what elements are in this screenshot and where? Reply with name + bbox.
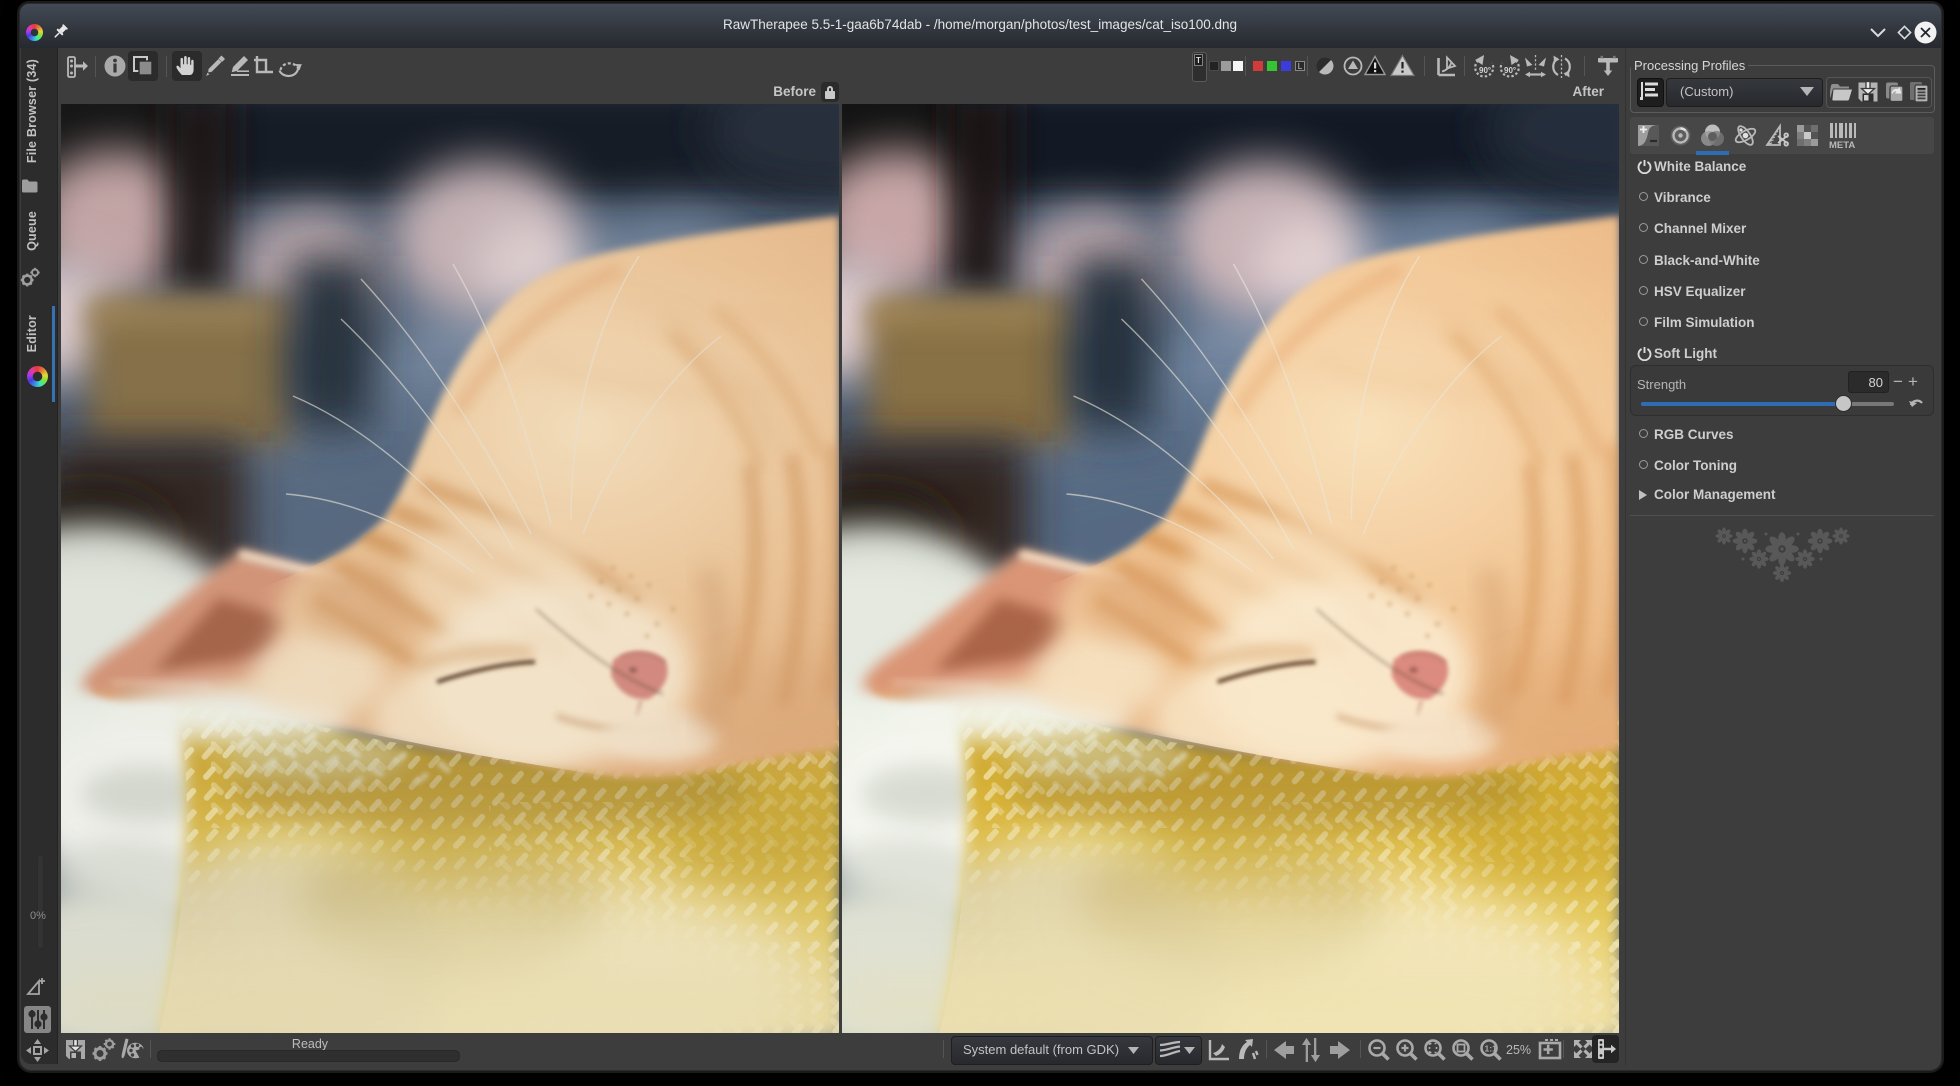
svg-text:90°: 90° [1504, 66, 1516, 75]
svg-text:1:1: 1:1 [1485, 1044, 1498, 1054]
svg-text:META: META [1829, 140, 1855, 149]
svg-text:90°: 90° [1479, 66, 1491, 75]
